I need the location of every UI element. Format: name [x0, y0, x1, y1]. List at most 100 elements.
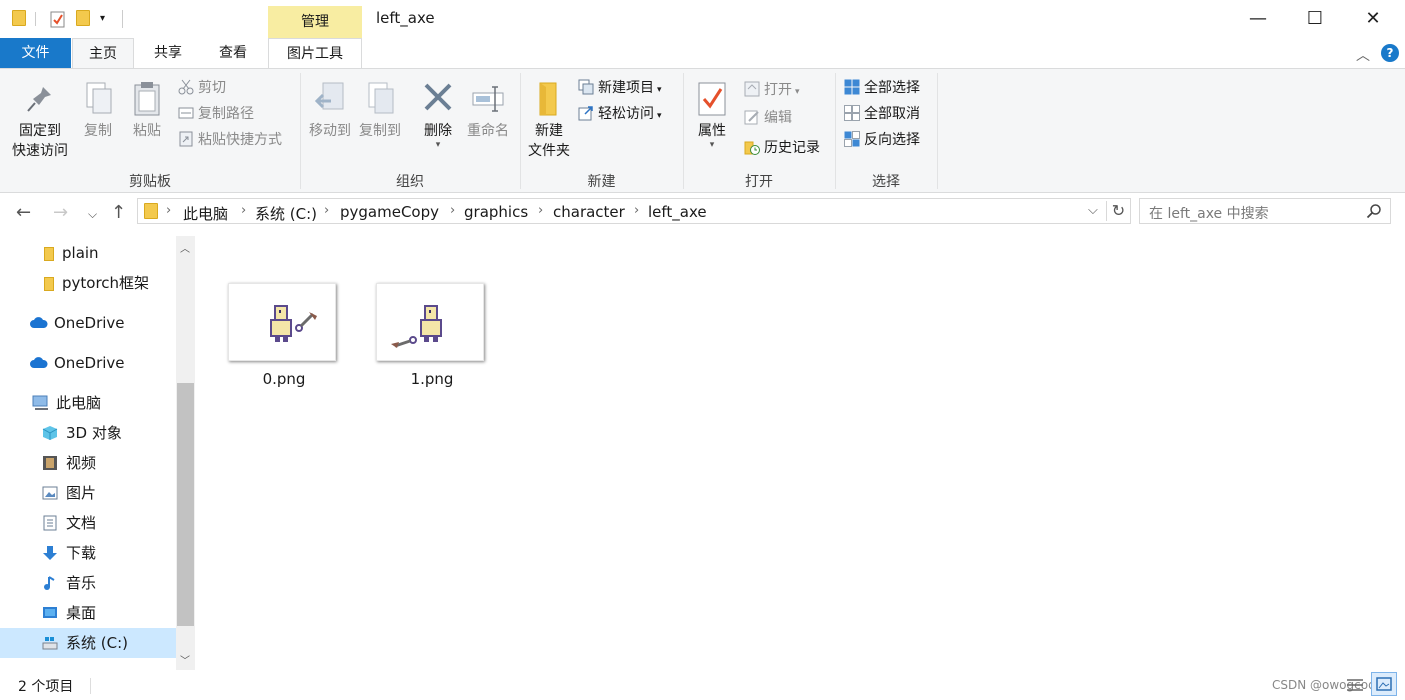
copy-icon	[81, 81, 115, 117]
tab-file[interactable]: 文件	[0, 38, 71, 68]
tab-picture-tools[interactable]: 图片工具	[268, 38, 362, 68]
forward-arrow-icon[interactable]: →	[53, 202, 68, 223]
maximize-button[interactable]: ☐	[1293, 6, 1337, 32]
move-to-icon	[313, 81, 347, 117]
select-none-icon	[844, 105, 860, 121]
nav-item-onedrive-1[interactable]: OneDrive	[30, 308, 125, 338]
rename-button[interactable]: 重命名	[464, 81, 512, 141]
nav-label: 此电脑	[56, 394, 102, 412]
select-all-button[interactable]: 全部选择	[844, 77, 920, 99]
file-name[interactable]: 1.png	[367, 370, 497, 388]
ribbon-tabs: 文件 主页 共享 查看 图片工具 ︿ ?	[0, 38, 1405, 68]
nav-item-videos[interactable]: 视频	[42, 448, 96, 478]
nav-label: 文档	[66, 514, 97, 532]
open-icon	[744, 81, 760, 97]
select-none-label: 全部取消	[864, 106, 920, 122]
up-arrow-icon[interactable]: ↑	[111, 202, 126, 223]
tab-home[interactable]: 主页	[72, 38, 134, 68]
breadcrumb-left-axe[interactable]: left_axe	[648, 203, 707, 221]
address-bar[interactable]: › 此电脑 › 系统 (C:) › pygameCopy › graphics …	[137, 198, 1131, 224]
ribbon: 固定到 快速访问 复制 粘贴 剪切 复制路径 粘贴快捷方式 剪贴板 移动到 复制…	[0, 68, 1405, 193]
address-dropdown-icon[interactable]: ⌵	[1088, 203, 1098, 218]
nav-item-3d-objects[interactable]: 3D 对象	[42, 418, 122, 448]
nav-scrollbar[interactable]: ︿ ﹀	[176, 236, 195, 670]
copy-path-label: 复制路径	[198, 106, 254, 122]
breadcrumb-separator-icon[interactable]: ›	[538, 203, 543, 218]
tab-view[interactable]: 查看	[203, 38, 263, 68]
new-item-button[interactable]: 新建项目 ▾	[578, 77, 662, 99]
document-icon	[42, 511, 58, 531]
paste-shortcut-button[interactable]: 粘贴快捷方式	[178, 129, 282, 151]
close-button[interactable]: ✕	[1351, 6, 1395, 32]
nav-item-desktop[interactable]: 桌面	[42, 598, 96, 628]
scroll-down-icon[interactable]: ﹀	[180, 652, 190, 667]
invert-selection-button[interactable]: 反向选择	[844, 129, 920, 151]
collapse-ribbon-icon[interactable]: ︿	[1356, 45, 1370, 65]
copy-label: 复制	[84, 123, 112, 139]
edit-button[interactable]: 编辑	[744, 107, 792, 129]
minimize-button[interactable]: —	[1236, 6, 1280, 32]
file-name[interactable]: 0.png	[219, 370, 349, 388]
nav-item-system-c[interactable]: 系统 (C:)	[42, 628, 128, 658]
computer-icon	[32, 391, 48, 410]
breadcrumb-pygamecopy[interactable]: pygameCopy	[340, 203, 439, 221]
copy-path-button[interactable]: 复制路径	[178, 103, 254, 125]
paste-shortcut-label: 粘贴快捷方式	[198, 132, 282, 148]
file-thumbnail-1[interactable]	[376, 283, 484, 361]
delete-button[interactable]: 删除 ▾	[418, 81, 458, 150]
folder-icon	[144, 203, 158, 219]
nav-label: 桌面	[66, 604, 97, 622]
file-thumbnail-0[interactable]	[228, 283, 336, 361]
copy-button[interactable]: 复制	[78, 81, 118, 141]
nav-item-pictures[interactable]: 图片	[42, 478, 96, 508]
breadcrumb-separator-icon[interactable]: ›	[166, 203, 171, 218]
breadcrumb-graphics[interactable]: graphics	[464, 203, 528, 221]
customize-dropdown-icon[interactable]: ▾	[100, 10, 116, 28]
nav-label: pytorch框架	[62, 274, 150, 292]
new-folder-icon[interactable]	[76, 10, 92, 28]
easy-access-button[interactable]: 轻松访问 ▾	[578, 103, 662, 125]
breadcrumb-character[interactable]: character	[553, 203, 625, 221]
breadcrumb-this-pc[interactable]: 此电脑	[183, 203, 228, 224]
new-folder-button[interactable]: 新建 文件夹	[526, 81, 572, 161]
nav-item-onedrive-2[interactable]: OneDrive	[30, 348, 125, 378]
nav-label: 系统 (C:)	[66, 634, 128, 652]
nav-item-this-pc[interactable]: 此电脑	[32, 388, 101, 418]
back-arrow-icon[interactable]: ←	[16, 202, 31, 223]
breadcrumb-separator-icon[interactable]: ›	[324, 203, 329, 218]
open-button[interactable]: 打开 ▾	[744, 79, 800, 101]
window-title: left_axe	[376, 9, 435, 27]
cut-button[interactable]: 剪切	[178, 77, 226, 99]
edit-label: 编辑	[764, 110, 792, 126]
open-label: 打开	[764, 82, 792, 98]
nav-item-documents[interactable]: 文档	[42, 508, 96, 538]
nav-item-plain[interactable]: plain	[44, 238, 99, 268]
select-none-button[interactable]: 全部取消	[844, 103, 920, 125]
copy-to-button[interactable]: 复制到	[356, 81, 404, 141]
tab-share[interactable]: 共享	[138, 38, 198, 68]
move-to-label: 移动到	[309, 123, 351, 139]
recent-dropdown-icon[interactable]: ⌵	[88, 207, 97, 222]
nav-item-pytorch[interactable]: pytorch框架	[44, 268, 149, 298]
properties-button[interactable]: 属性 ▾	[692, 81, 732, 150]
breadcrumb-separator-icon[interactable]: ›	[241, 203, 246, 218]
nav-item-music[interactable]: 音乐	[42, 568, 96, 598]
breadcrumb-separator-icon[interactable]: ›	[450, 203, 455, 218]
large-icons-view-icon[interactable]	[1371, 672, 1397, 696]
search-icon[interactable]	[1366, 203, 1382, 223]
select-all-label: 全部选择	[864, 80, 920, 96]
move-to-button[interactable]: 移动到	[306, 81, 354, 141]
refresh-icon[interactable]: ↻	[1106, 201, 1130, 221]
details-view-icon[interactable]	[1345, 676, 1365, 694]
nav-item-downloads[interactable]: 下载	[42, 538, 96, 568]
scroll-up-icon[interactable]: ︿	[180, 240, 190, 255]
breadcrumb-system-c[interactable]: 系统 (C:)	[255, 203, 317, 224]
search-box[interactable]: 在 left_axe 中搜索	[1139, 198, 1391, 224]
paste-button[interactable]: 粘贴	[127, 81, 167, 141]
history-button[interactable]: 历史记录	[744, 137, 820, 159]
breadcrumb-separator-icon[interactable]: ›	[634, 203, 639, 218]
scrollbar-thumb[interactable]	[177, 383, 194, 626]
properties-icon[interactable]	[50, 10, 66, 28]
help-icon[interactable]: ?	[1381, 44, 1399, 62]
pin-quick-access-button[interactable]: 固定到 快速访问	[6, 81, 74, 161]
